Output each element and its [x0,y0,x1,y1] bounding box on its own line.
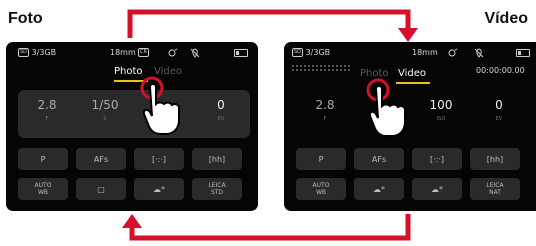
switch-arrow-bottom [122,214,411,241]
focus-mode-button[interactable]: AFs [354,148,404,170]
raw-format-icon: CR [138,48,149,57]
exposure-mode-icon [166,48,178,58]
shutter-value[interactable]: 1/50 S [80,98,130,122]
mode-tabs: Photo Video [6,66,258,82]
video-setting-button[interactable]: ☁* [354,178,404,200]
storage-info: 3/3GB [305,48,331,57]
aperture-value[interactable]: 2.8 F [22,98,72,122]
white-balance-button[interactable]: AUTO WB [296,178,346,200]
photo-screen: SD 3/3GB 18mm CR Photo Video 2.8 F 1/50 S … [6,42,258,211]
status-bar: SD 3/3GB 18mm CR [6,46,258,60]
focal-length: 18mm [412,48,438,57]
flash-button[interactable]: ☁* [134,178,184,200]
video-screen: SD 3/3GB 18mm 00:00:00.00 Photo Video 2.… [284,42,536,211]
white-balance-button[interactable]: AUTO WB [18,178,68,200]
exposure-mode-button[interactable]: P [18,148,68,170]
no-gps-icon [190,48,200,58]
film-style-button[interactable]: LEICA NAT [470,178,520,200]
metering-button[interactable]: [·:·] [412,148,462,170]
video-title: Vídeo [484,10,528,27]
focus-mode-button[interactable]: AFs [76,148,126,170]
film-style-button[interactable]: LEICA STD [192,178,242,200]
sd-card-icon: SD [292,48,304,57]
stabilization-button[interactable]: [hh] [470,148,520,170]
storage-info: 3/3GB [31,48,57,57]
battery-icon [234,49,248,57]
battery-icon [516,49,530,57]
stabilization-button[interactable]: [hh] [192,148,242,170]
switch-arrow-top [127,9,418,42]
tap-hand-icon [366,78,406,137]
sd-card-icon: SD [18,48,30,57]
focal-length: 18mm [110,48,136,57]
no-gps-icon [474,48,484,58]
drive-mode-button[interactable]: ▢ [76,178,126,200]
status-bar: SD 3/3GB 18mm [284,46,536,60]
ev-value[interactable]: 0 EV [196,98,246,122]
foto-title: Foto [8,10,43,27]
aperture-value[interactable]: 2.8 F [300,98,350,122]
ev-value[interactable]: 0 EV [474,98,524,122]
metering-button[interactable]: [·:·] [134,148,184,170]
exposure-row: 2.8 F 1/50 S 0 EV [18,90,250,138]
exposure-comp-button[interactable]: ☁* [412,178,462,200]
tap-hand-icon [140,76,180,135]
exposure-mode-icon [446,48,458,58]
exposure-mode-button[interactable]: P [296,148,346,170]
